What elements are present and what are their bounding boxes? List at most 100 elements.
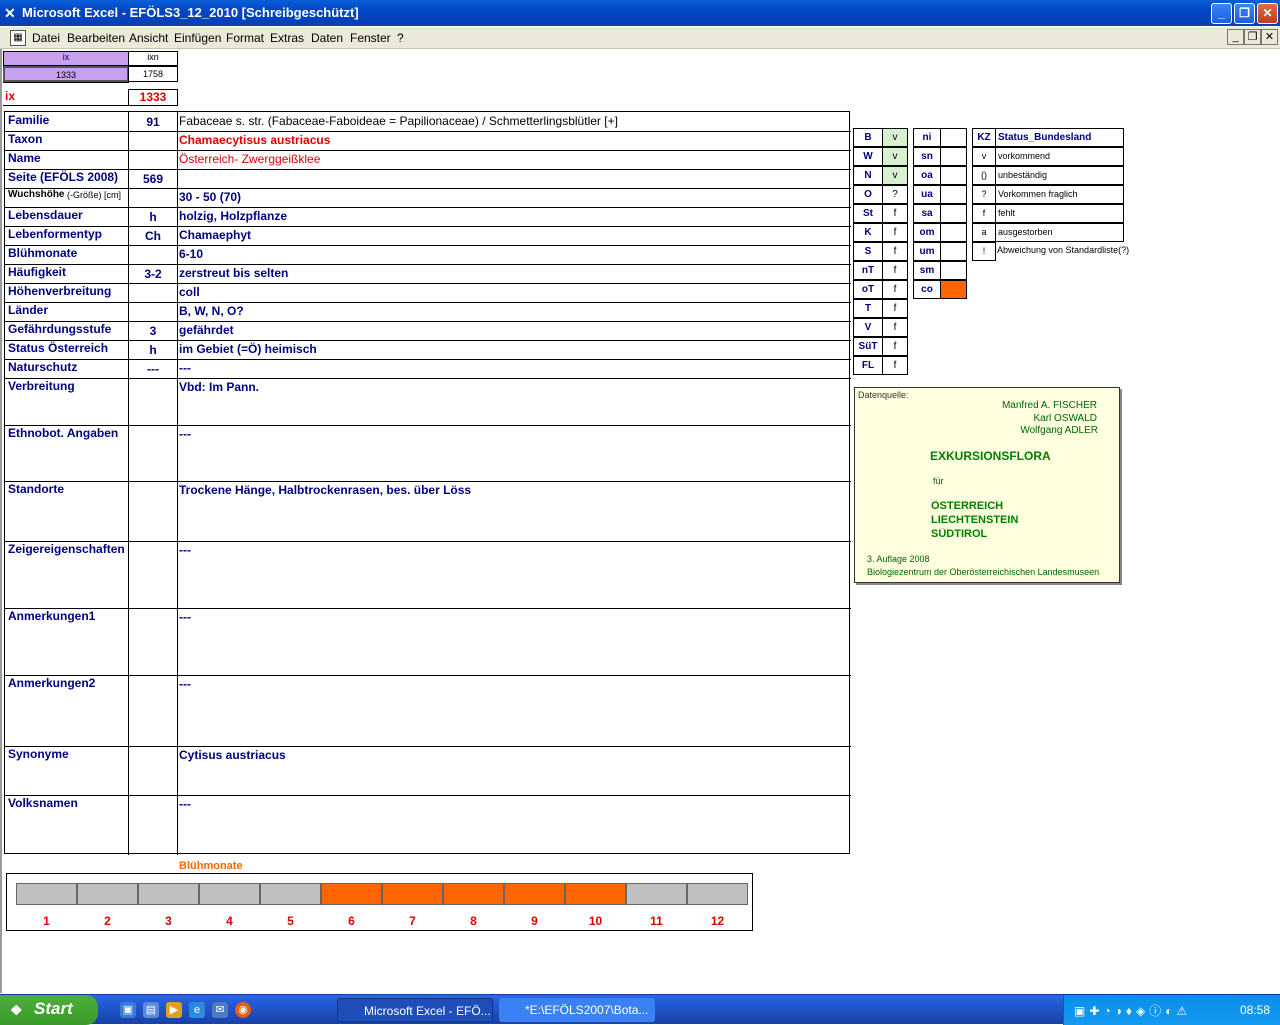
row-code[interactable]: Ch: [129, 229, 177, 245]
task-explorer[interactable]: *E:\EFÖLS2007\Bota...: [499, 998, 655, 1022]
row-code[interactable]: [129, 305, 177, 321]
state-value[interactable]: v: [882, 128, 908, 147]
tray-icons[interactable]: ▣✚◔◑♦◈ⓘ◐⚠: [1074, 1002, 1191, 1019]
row-code[interactable]: h: [129, 343, 177, 359]
ixn-value-cell[interactable]: 1758: [128, 66, 178, 82]
row-value[interactable]: 6-10: [179, 247, 847, 263]
state-abbr: oT: [853, 280, 883, 299]
menu-fenster[interactable]: Fenster: [350, 31, 391, 45]
menu-bearbeiten[interactable]: Bearbeiten: [67, 31, 125, 45]
row-value[interactable]: ---: [179, 677, 847, 693]
row-value[interactable]: B, W, N, O?: [179, 304, 847, 320]
row-code[interactable]: [129, 749, 177, 765]
row-code[interactable]: [129, 153, 177, 169]
row-code[interactable]: 3-2: [129, 267, 177, 283]
altitude-value[interactable]: [940, 185, 967, 204]
outlook-icon[interactable]: ✉: [212, 1002, 228, 1018]
row-value[interactable]: ---: [179, 610, 847, 626]
row-value[interactable]: ---: [179, 543, 847, 559]
row-code[interactable]: [129, 544, 177, 560]
altitude-value[interactable]: [940, 242, 967, 261]
altitude-value[interactable]: [940, 204, 967, 223]
state-value[interactable]: f: [882, 356, 908, 375]
restore-button[interactable]: ❐: [1234, 3, 1255, 24]
altitude-value[interactable]: [940, 280, 967, 299]
doc-close-button[interactable]: ✕: [1261, 29, 1278, 45]
menu-ansicht[interactable]: Ansicht: [129, 31, 168, 45]
row-value[interactable]: ---: [179, 797, 847, 813]
ix-value-cell[interactable]: 1333: [3, 66, 129, 82]
task-excel[interactable]: Microsoft Excel - EFÖ...: [337, 998, 493, 1022]
state-value[interactable]: v: [882, 147, 908, 166]
minimize-button[interactable]: _: [1211, 3, 1232, 24]
row-code[interactable]: [129, 428, 177, 444]
state-value[interactable]: f: [882, 280, 908, 299]
row-value[interactable]: coll: [179, 285, 847, 301]
row-code[interactable]: 3: [129, 324, 177, 340]
ix-row-value[interactable]: 1333: [128, 89, 178, 106]
state-value[interactable]: v: [882, 166, 908, 185]
row-code[interactable]: [129, 798, 177, 814]
firefox-icon[interactable]: ◉: [235, 1002, 251, 1018]
altitude-value[interactable]: [940, 223, 967, 242]
kz-text: vorkommend: [995, 147, 1124, 166]
row-value[interactable]: ---: [179, 427, 847, 443]
row-value[interactable]: [179, 171, 847, 187]
row-code[interactable]: [129, 611, 177, 627]
state-value[interactable]: f: [882, 261, 908, 280]
menu-extras[interactable]: Extras: [270, 31, 304, 45]
internet-explorer-icon[interactable]: e: [189, 1002, 205, 1018]
menu-einfuegen[interactable]: Einfügen: [174, 31, 221, 45]
state-value[interactable]: f: [882, 318, 908, 337]
row-value[interactable]: zerstreut bis selten: [179, 266, 847, 282]
row-code[interactable]: [129, 248, 177, 264]
row-code[interactable]: ---: [129, 362, 177, 378]
menu-datei[interactable]: Datei: [32, 31, 60, 45]
row-code[interactable]: [129, 191, 177, 207]
doc-restore-button[interactable]: ❐: [1244, 29, 1261, 45]
start-button[interactable]: ❖ Start: [0, 995, 98, 1025]
state-value[interactable]: f: [882, 337, 908, 356]
menu-format[interactable]: Format: [226, 31, 264, 45]
row-code[interactable]: [129, 484, 177, 500]
menu-help[interactable]: ?: [397, 31, 404, 45]
row-code[interactable]: [129, 134, 177, 150]
close-button[interactable]: ✕: [1257, 3, 1278, 24]
row-value[interactable]: Vbd: Im Pann.: [179, 380, 847, 396]
altitude-value[interactable]: [940, 147, 967, 166]
row-value[interactable]: Chamaecytisus austriacus: [179, 133, 847, 149]
worksheet[interactable]: ix ixn 1333 1758 ix 1333 Familie 91 Fabace…: [0, 49, 1280, 993]
altitude-value[interactable]: [940, 166, 967, 185]
altitude-value[interactable]: [940, 261, 967, 280]
row-value[interactable]: Fabaceae s. str. (Fabaceae-Faboideae = P…: [179, 114, 847, 130]
state-value[interactable]: f: [882, 223, 908, 242]
state-value[interactable]: f: [882, 242, 908, 261]
state-value[interactable]: ?: [882, 185, 908, 204]
state-value[interactable]: f: [882, 299, 908, 318]
state-value[interactable]: f: [882, 204, 908, 223]
row-value[interactable]: im Gebiet (=Ö) heimisch: [179, 342, 847, 358]
row-code[interactable]: 91: [129, 115, 177, 131]
workbook-icon[interactable]: ▦: [10, 30, 26, 46]
row-value[interactable]: Österreich- Zwerggeißklee: [179, 152, 847, 168]
menu-daten[interactable]: Daten: [311, 31, 343, 45]
row-divider: [5, 481, 851, 482]
explorer-icon[interactable]: ▤: [143, 1002, 159, 1018]
media-player-icon[interactable]: ▶: [166, 1002, 182, 1018]
row-value[interactable]: 30 - 50 (70): [179, 190, 847, 206]
row-value[interactable]: Trockene Hänge, Halbtrockenrasen, bes. ü…: [179, 483, 847, 499]
row-value[interactable]: holzig, Holzpflanze: [179, 209, 847, 225]
row-code[interactable]: [129, 678, 177, 694]
row-value[interactable]: gefährdet: [179, 323, 847, 339]
altitude-value[interactable]: [940, 128, 967, 147]
row-value[interactable]: Cytisus austriacus: [179, 748, 847, 764]
desktop-icon[interactable]: ▣: [120, 1002, 136, 1018]
doc-minimize-button[interactable]: _: [1227, 29, 1244, 45]
row-code[interactable]: 569: [129, 172, 177, 188]
row-code[interactable]: h: [129, 210, 177, 226]
row-divider: [5, 675, 851, 676]
row-value[interactable]: Chamaephyt: [179, 228, 847, 244]
row-code[interactable]: [129, 286, 177, 302]
row-value[interactable]: ---: [179, 361, 847, 377]
row-code[interactable]: [129, 381, 177, 397]
